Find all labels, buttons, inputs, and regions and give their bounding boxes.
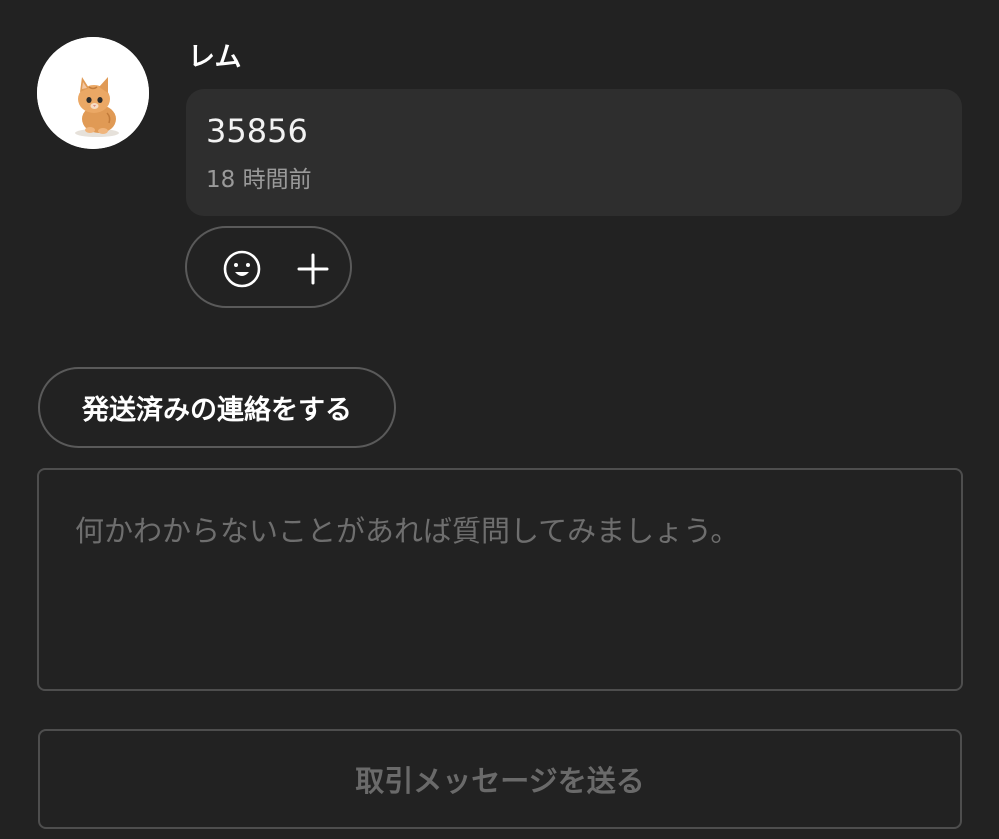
smiley-icon xyxy=(223,250,261,288)
message-timestamp: 18 時間前 xyxy=(206,167,312,193)
plus-icon xyxy=(297,253,329,285)
reaction-controls xyxy=(185,226,352,308)
sender-name: レム xyxy=(188,42,242,73)
send-message-button[interactable]: 取引メッセージを送る xyxy=(38,729,962,829)
message-bubble: 35856 18 時間前 xyxy=(186,89,962,216)
avatar[interactable] xyxy=(37,37,149,149)
notify-shipped-button[interactable]: 発送済みの連絡をする xyxy=(38,367,396,448)
kitten-avatar-icon xyxy=(37,37,149,149)
emoji-reaction-button[interactable] xyxy=(220,247,264,291)
message-text: 35856 xyxy=(206,112,308,150)
add-reaction-button[interactable] xyxy=(291,247,335,291)
message-input[interactable] xyxy=(37,468,963,691)
transaction-message-screen: レム 35856 18 時間前 発送済みの連絡をする 取引メッセージを送る xyxy=(0,0,999,839)
